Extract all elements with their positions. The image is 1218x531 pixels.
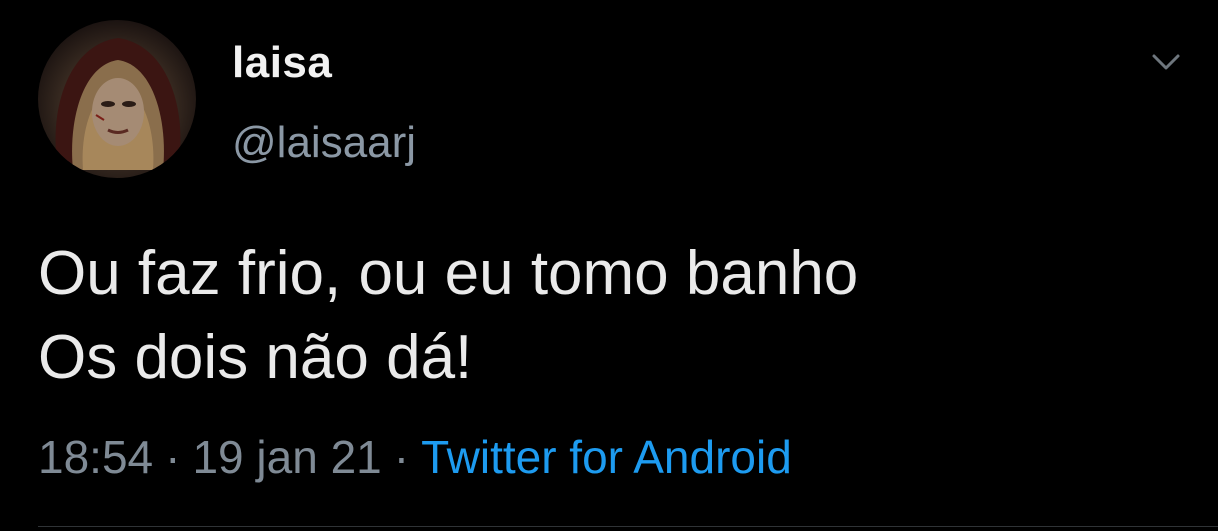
divider	[38, 526, 1218, 527]
tweet-source-link[interactable]: Twitter for Android	[421, 431, 792, 483]
tweet-card: laisa @laisaarj Ou faz frio, ou eu tomo …	[0, 0, 1218, 531]
tweet-time[interactable]: 18:54	[38, 431, 153, 483]
user-handle[interactable]: @laisaarj	[232, 118, 416, 168]
avatar[interactable]	[38, 20, 196, 178]
tweet-meta: 18:54 · 19 jan 21 · Twitter for Android	[38, 430, 792, 484]
display-name[interactable]: laisa	[232, 38, 332, 88]
tweet-text: Ou faz frio, ou eu tomo banho Os dois nã…	[38, 239, 859, 392]
meta-separator: ·	[393, 431, 410, 483]
tweet-date[interactable]: 19 jan 21	[192, 431, 381, 483]
meta-separator: ·	[165, 431, 181, 483]
chevron-down-icon[interactable]	[1148, 48, 1184, 76]
